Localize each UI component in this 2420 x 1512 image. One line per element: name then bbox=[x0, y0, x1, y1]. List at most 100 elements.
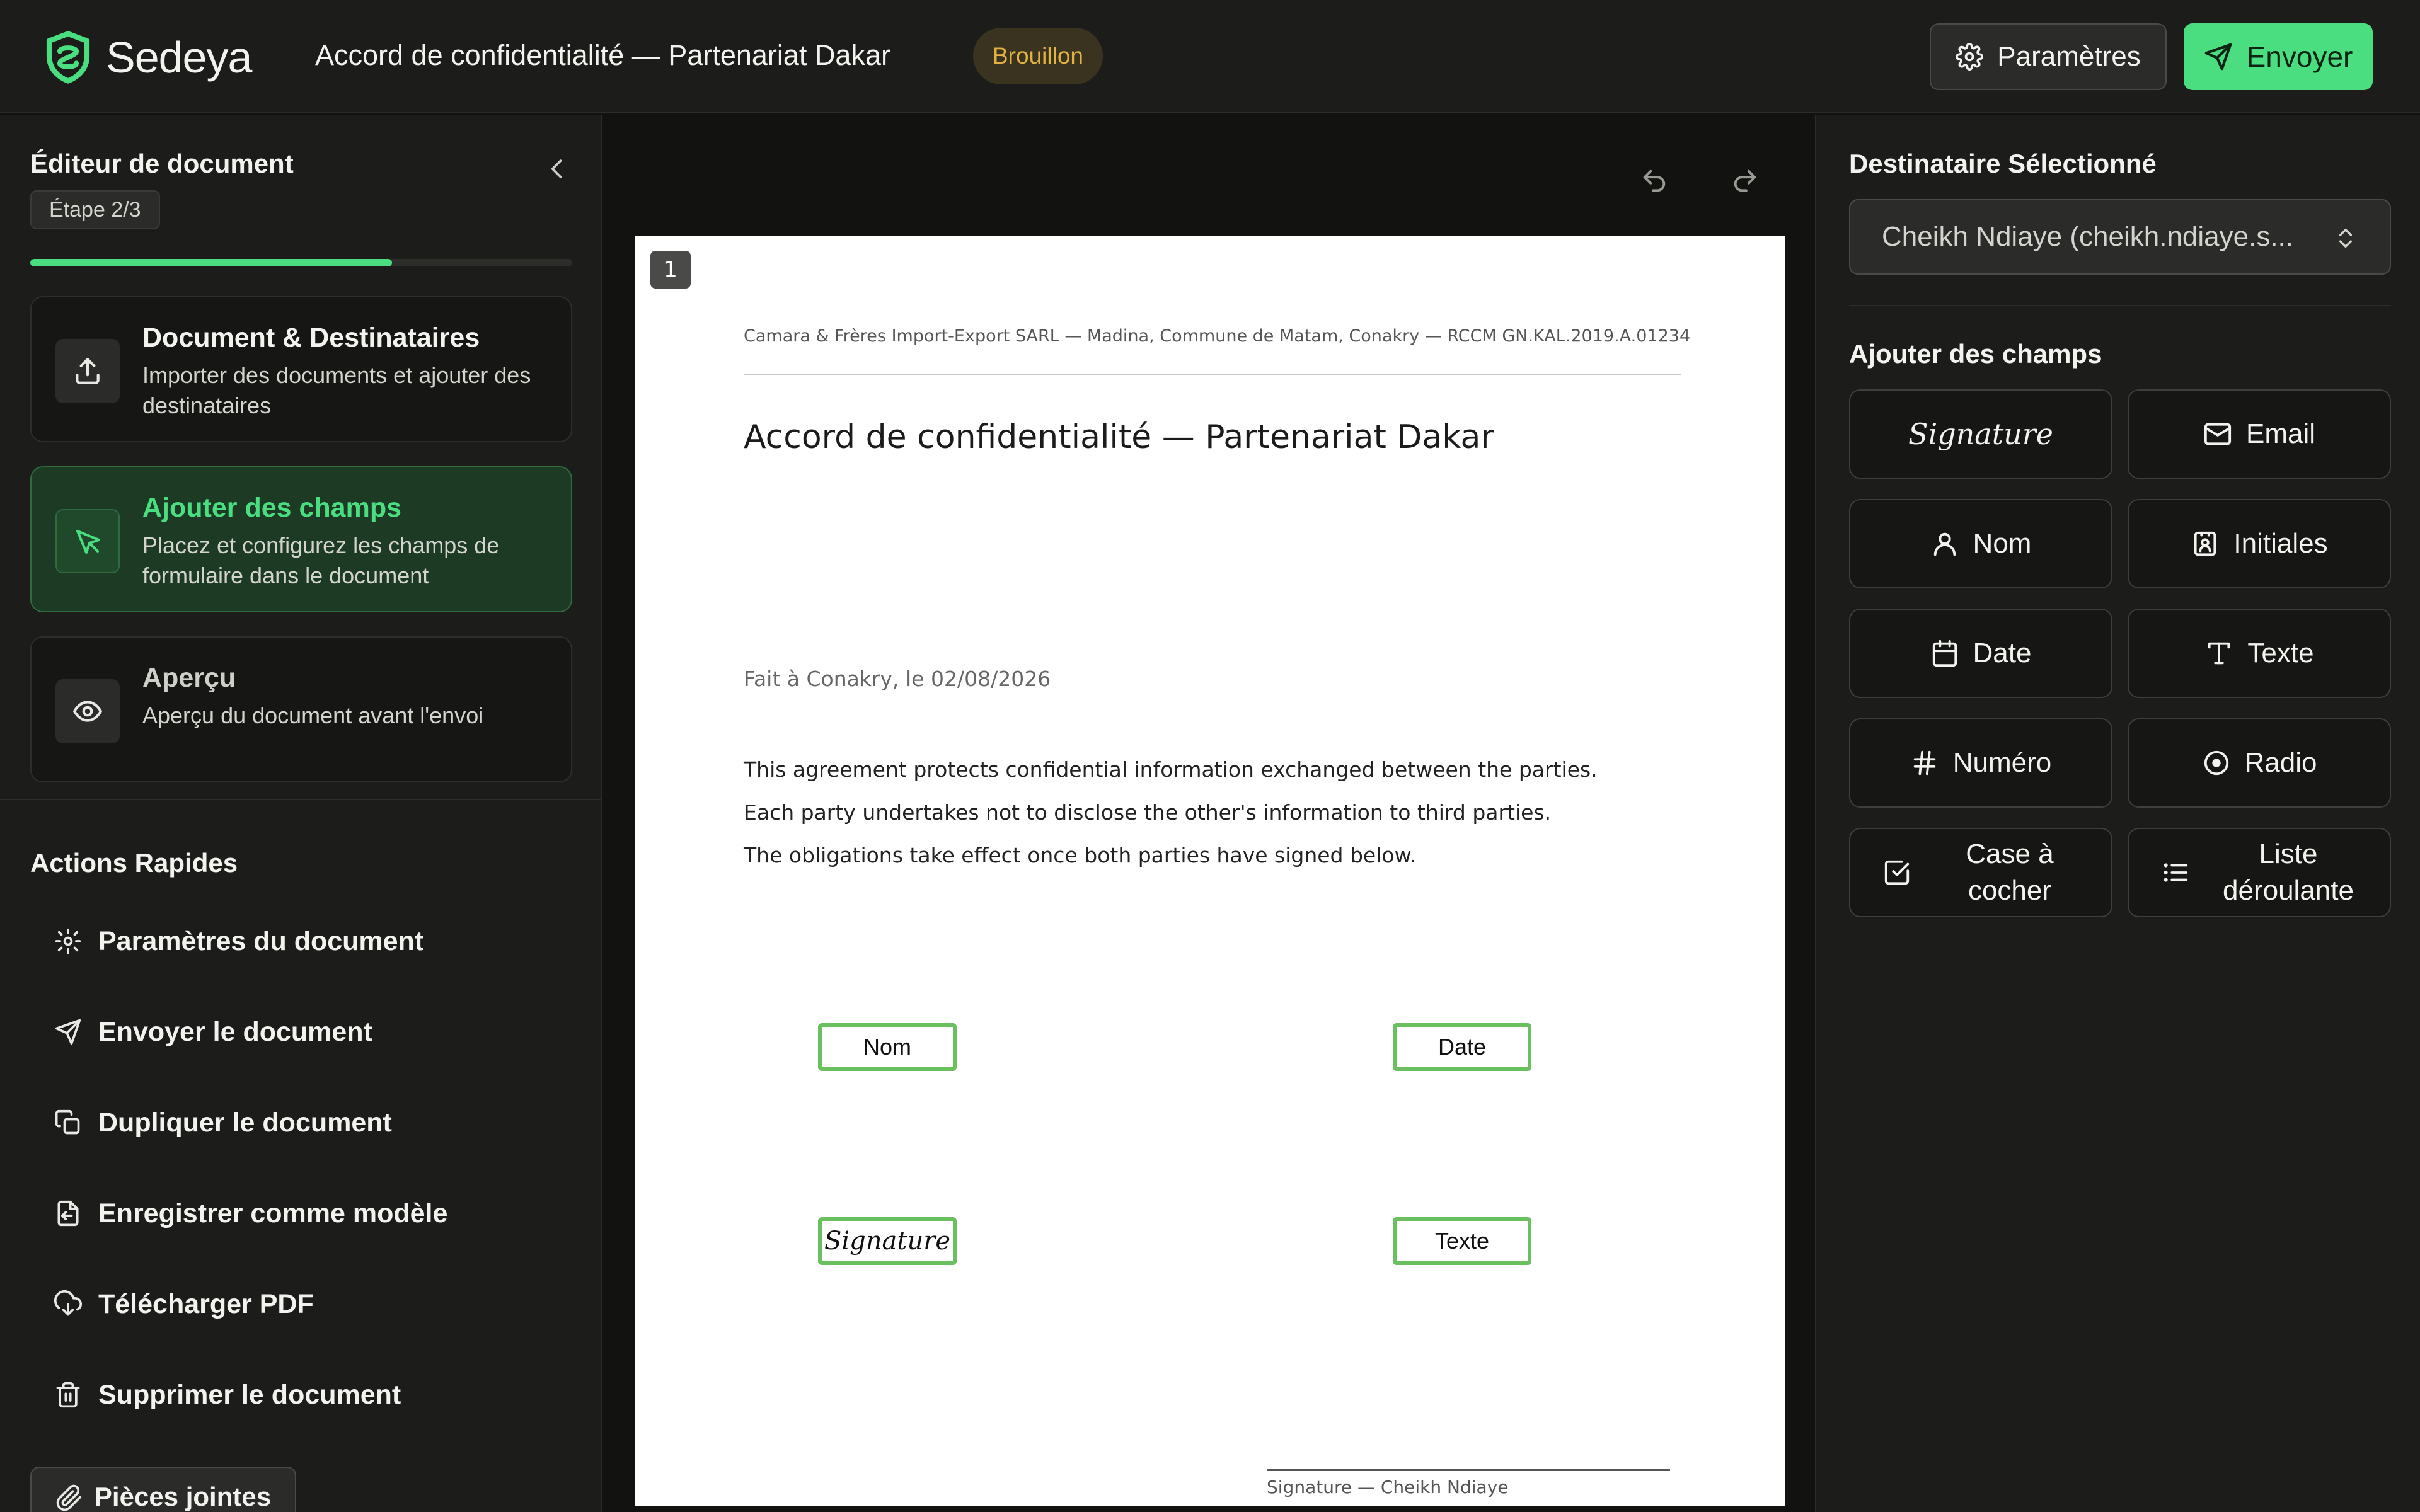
chevron-up-down-icon bbox=[2339, 229, 2352, 248]
eye-icon bbox=[73, 701, 102, 722]
redo-icon[interactable] bbox=[1731, 166, 1760, 195]
user-icon bbox=[1933, 532, 1956, 556]
step-badge: Étape 2/3 bbox=[30, 190, 160, 229]
field-label: Liste déroulante bbox=[2223, 839, 2354, 906]
step-title: Aperçu bbox=[142, 663, 236, 693]
step-add-fields[interactable]: Ajouter des champs Placez et configurez … bbox=[30, 466, 572, 612]
field-type-checkbox[interactable]: Case à cocher bbox=[1849, 828, 2112, 917]
top-header: Sedeya Accord de confidentialité — Parte… bbox=[0, 0, 2420, 113]
mail-icon bbox=[2204, 423, 2232, 445]
brand-name: Sedeya bbox=[106, 33, 252, 82]
recipient-value: Cheikh Ndiaye (cheikh.ndiaye.s... bbox=[1882, 221, 2293, 252]
chevron-left-icon[interactable] bbox=[543, 155, 571, 183]
step-preview[interactable]: Aperçu Aperçu du document avant l'envoi bbox=[30, 636, 572, 782]
gear-icon bbox=[1956, 43, 1984, 71]
step-description: Importer des documents et ajouter des de… bbox=[142, 362, 531, 418]
field-label: Email bbox=[2245, 418, 2316, 449]
status-badge: Brouillon bbox=[973, 28, 1103, 84]
field-type-email[interactable]: Email bbox=[2128, 389, 2391, 479]
action-label: Dupliquer le document bbox=[98, 1107, 392, 1138]
action-send-document[interactable]: Envoyer le document bbox=[54, 1013, 372, 1051]
calendar-icon bbox=[1932, 639, 1957, 667]
placed-field-name[interactable]: Nom bbox=[818, 1023, 957, 1071]
editor-sidebar: Éditeur de document Étape 2/3 Document &… bbox=[0, 115, 602, 1512]
placed-field-signature[interactable]: Signature bbox=[818, 1217, 957, 1265]
field-label: Numéro bbox=[1952, 747, 2052, 778]
step-documents-recipients[interactable]: Document & Destinataires Importer des do… bbox=[30, 296, 572, 442]
upload-icon bbox=[76, 358, 100, 384]
attachments-button[interactable]: Pièces jointes bbox=[30, 1467, 296, 1512]
settings-button[interactable]: Paramètres bbox=[1930, 23, 2167, 90]
step-title: Ajouter des champs bbox=[142, 493, 401, 523]
contact-card-icon bbox=[2194, 531, 2216, 556]
sidebar-divider bbox=[0, 799, 601, 800]
list-icon bbox=[2164, 863, 2188, 882]
document-heading: Accord de confidentialité — Partenariat … bbox=[744, 418, 1494, 456]
placed-field-text[interactable]: Texte bbox=[1393, 1217, 1531, 1265]
field-type-dropdown[interactable]: Liste déroulante bbox=[2128, 828, 2391, 917]
signature-caption: Signature — Cheikh Ndiaye bbox=[1267, 1477, 1509, 1498]
field-label: Radio bbox=[2244, 747, 2317, 778]
place-date: Fait à Conakry, le 02/08/2026 bbox=[744, 667, 1051, 691]
hash-icon bbox=[1913, 750, 1935, 776]
placed-field-date[interactable]: Date bbox=[1393, 1023, 1531, 1071]
field-type-number[interactable]: Numéro bbox=[1849, 718, 2112, 808]
step-progress-fill bbox=[30, 259, 392, 266]
text-type-icon bbox=[2208, 642, 2230, 665]
field-type-name[interactable]: Nom bbox=[1849, 499, 2112, 588]
field-label: Texte bbox=[2247, 638, 2314, 668]
copy-icon bbox=[55, 1109, 80, 1135]
action-document-settings[interactable]: Paramètres du document bbox=[54, 922, 424, 960]
step-description: Placez et configurez les champs de formu… bbox=[142, 532, 500, 588]
shield-check-icon bbox=[46, 31, 90, 84]
field-type-date[interactable]: Date bbox=[1849, 609, 2112, 698]
action-label: Paramètres du document bbox=[98, 925, 424, 956]
cursor-click-icon bbox=[76, 530, 100, 554]
trash-icon bbox=[56, 1382, 80, 1408]
document-title: Accord de confidentialité — Partenariat … bbox=[315, 39, 890, 71]
action-save-as-template[interactable]: Enregistrer comme modèle bbox=[54, 1194, 447, 1232]
action-duplicate-document[interactable]: Dupliquer le document bbox=[54, 1104, 392, 1142]
field-type-text[interactable]: Texte bbox=[2128, 609, 2391, 698]
paper-plane-icon bbox=[2204, 43, 2232, 71]
field-type-initials[interactable]: Initiales bbox=[2128, 499, 2391, 588]
paragraph: The obligations take effect once both pa… bbox=[744, 843, 1417, 868]
send-button[interactable]: Envoyer bbox=[2184, 23, 2373, 90]
field-label: Case à cocher bbox=[1966, 839, 2054, 906]
action-download-pdf[interactable]: Télécharger PDF bbox=[54, 1285, 314, 1323]
step-progress-bar bbox=[30, 259, 572, 266]
recipient-select[interactable]: Cheikh Ndiaye (cheikh.ndiaye.s... bbox=[1849, 199, 2391, 275]
cloud-download-icon bbox=[54, 1290, 82, 1316]
gear-icon bbox=[55, 928, 81, 954]
signature-line bbox=[1267, 1469, 1670, 1471]
document-page[interactable]: 1 Camara & Frères Import-Export SARL — M… bbox=[635, 236, 1785, 1506]
action-label: Supprimer le document bbox=[98, 1379, 401, 1410]
action-label: Envoyer le document bbox=[98, 1016, 372, 1047]
cursor-icon-box bbox=[55, 509, 120, 573]
paragraph: This agreement protects confidential inf… bbox=[744, 757, 1598, 782]
radio-icon bbox=[2204, 750, 2228, 776]
field-label: Nom bbox=[1973, 528, 2032, 559]
letterhead-divider bbox=[744, 374, 1681, 375]
settings-label: Paramètres bbox=[1997, 41, 2141, 72]
step-title: Document & Destinataires bbox=[142, 323, 480, 353]
field-type-signature[interactable]: Signature bbox=[1849, 389, 2112, 479]
undo-icon[interactable] bbox=[1640, 166, 1669, 195]
send-label: Envoyer bbox=[2246, 40, 2353, 73]
upload-icon-box bbox=[55, 339, 120, 403]
paragraph: Each party undertakes not to disclose th… bbox=[744, 800, 1552, 825]
field-label: Signature bbox=[1908, 417, 2054, 451]
brand-logo[interactable]: Sedeya bbox=[44, 29, 252, 86]
file-export-icon bbox=[57, 1200, 79, 1227]
quick-actions-title: Actions Rapides bbox=[30, 848, 238, 878]
eye-icon-box bbox=[55, 679, 120, 743]
page-number-badge: 1 bbox=[650, 251, 691, 289]
field-label: Date bbox=[1973, 638, 2032, 668]
field-type-radio[interactable]: Radio bbox=[2128, 718, 2391, 808]
paperclip-icon bbox=[56, 1484, 81, 1511]
paper-plane-icon bbox=[55, 1019, 81, 1045]
action-delete-document[interactable]: Supprimer le document bbox=[54, 1376, 401, 1414]
panel-divider bbox=[1849, 305, 2391, 306]
action-label: Enregistrer comme modèle bbox=[98, 1198, 448, 1228]
recipient-title: Destinataire Sélectionné bbox=[1849, 149, 2157, 178]
